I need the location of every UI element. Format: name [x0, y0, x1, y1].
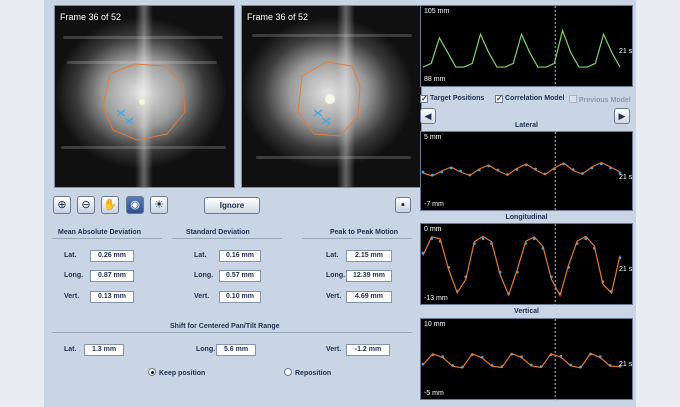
sd-lat-value: 0.16 mm [219, 250, 261, 262]
mean-abs-dev-title: Mean Absolute Deviation [58, 229, 141, 236]
checkbox-empty-icon [569, 95, 577, 103]
target-positions-checkbox[interactable]: ✓ Target Positions [420, 95, 484, 103]
sd-vert-label: Vert. [194, 293, 210, 300]
keep-position-label: Keep position [159, 370, 206, 377]
mad-vert-label: Vert. [64, 293, 80, 300]
brightness-icon[interactable]: ☀ [150, 196, 168, 214]
shift-lat-label: Lat. [64, 346, 77, 353]
checkmark-icon: ✓ [495, 94, 503, 103]
frame-label-right: Frame 36 of 52 [247, 12, 309, 22]
ptp-long-label: Long. [326, 272, 346, 279]
divider [52, 332, 412, 333]
divider [302, 238, 412, 239]
ptp-long-value: 12.39 mm [346, 270, 392, 282]
ymax-label: 105 mm [424, 8, 450, 15]
tumor-overlay-right [297, 61, 361, 137]
peak-to-peak-title: Peak to Peak Motion [330, 229, 399, 236]
reposition-radio[interactable]: Reposition [284, 368, 331, 377]
mad-long-label: Long. [64, 272, 84, 279]
mad-vert-value: 0.13 mm [90, 291, 134, 303]
mad-long-value: 0.87 mm [90, 270, 134, 282]
app-window: Frame 36 of 52 Frame 36 of 52 ⊕ ⊖ ✋ ◉ ☀ … [44, 0, 636, 407]
time-label: 21 s [619, 266, 633, 273]
ymax-label: 5 mm [424, 134, 442, 141]
divider [172, 238, 282, 239]
shift-long-label: Long. [196, 346, 216, 353]
reposition-label: Reposition [295, 370, 332, 377]
mad-lat-label: Lat. [64, 252, 77, 259]
ptp-lat-value: 2.15 mm [346, 250, 392, 262]
breathing-trace-plot[interactable]: 105 mm 88 mm 21 s [420, 5, 633, 88]
time-label: 21 s [619, 48, 633, 55]
divider [52, 238, 162, 239]
shift-vert-label: Vert. [326, 346, 342, 353]
ignore-button[interactable]: Ignore [204, 197, 260, 214]
ptp-vert-label: Vert. [326, 293, 342, 300]
mad-lat-value: 0.26 mm [90, 250, 134, 262]
plot-svg-0 [422, 6, 621, 88]
model-trace-line [422, 235, 621, 298]
tumor-overlay [102, 63, 186, 141]
previous-model-checkbox[interactable]: Previous Model [569, 95, 631, 104]
ptp-lat-label: Lat. [326, 252, 339, 259]
zoom-in-icon[interactable]: ⊕ [53, 196, 71, 214]
ymin-label: 88 mm [424, 76, 446, 83]
lateral-title: Lateral [515, 122, 538, 129]
correlation-model-label: Correlation Model [505, 95, 565, 102]
zoom-out-icon[interactable]: ⊖ [77, 196, 95, 214]
xray-image-right[interactable]: Frame 36 of 52 [241, 5, 422, 188]
lateral-plot[interactable]: 5 mm -7 mm 21 s [420, 131, 633, 212]
plot-svg-3 [421, 319, 622, 401]
plot-svg-1 [421, 132, 622, 212]
shift-title: Shift for Centered Pan/Tilt Range [170, 323, 280, 330]
vertical-plot[interactable]: 10 mm -5 mm 21 s [420, 318, 633, 401]
ptp-vert-value: 4.69 mm [346, 291, 392, 303]
shift-long-value: 5.6 mm [216, 344, 256, 356]
std-dev-title: Standard Deviation [186, 229, 250, 236]
radio-selected-icon [148, 368, 156, 376]
xray-image-left[interactable]: Frame 36 of 52 [54, 5, 235, 188]
correlation-model-checkbox[interactable]: ✓ Correlation Model [495, 95, 565, 103]
target-positions-label: Target Positions [430, 95, 485, 102]
sd-lat-label: Lat. [194, 252, 207, 259]
radio-empty-icon [284, 368, 292, 376]
checkmark-icon: ✓ [420, 94, 428, 103]
vertical-title: Vertical [514, 308, 539, 315]
sd-long-value: 0.57 mm [219, 270, 261, 282]
longitudinal-title: Longitudinal [505, 214, 548, 221]
ymin-label: -5 mm [424, 390, 444, 397]
ymax-label: 0 mm [424, 226, 442, 233]
sd-long-label: Long. [194, 272, 214, 279]
keep-position-radio[interactable]: Keep position [148, 368, 205, 377]
ymax-label: 10 mm [424, 321, 446, 328]
longitudinal-plot[interactable]: 0 mm -13 mm 21 s [420, 223, 633, 306]
previous-model-label: Previous Model [579, 97, 631, 104]
window-level-icon[interactable]: ◉ [126, 196, 144, 214]
time-label: 21 s [619, 174, 633, 181]
time-label: 21 s [619, 361, 633, 368]
shift-lat-value: 1.3 mm [84, 344, 124, 356]
ymin-label: -13 mm [424, 295, 448, 302]
sd-vert-value: 0.10 mm [219, 291, 261, 303]
save-icon[interactable]: ▪ [395, 197, 411, 213]
breathing-trace-line [422, 28, 621, 68]
frame-label-left: Frame 36 of 52 [60, 12, 122, 22]
ymin-label: -7 mm [424, 201, 444, 208]
model-trace-line [422, 161, 621, 177]
plot-svg-2 [421, 224, 622, 306]
pan-hand-icon[interactable]: ✋ [101, 196, 119, 214]
target-point [481, 237, 485, 241]
shift-vert-value: -1.2 mm [346, 344, 390, 356]
